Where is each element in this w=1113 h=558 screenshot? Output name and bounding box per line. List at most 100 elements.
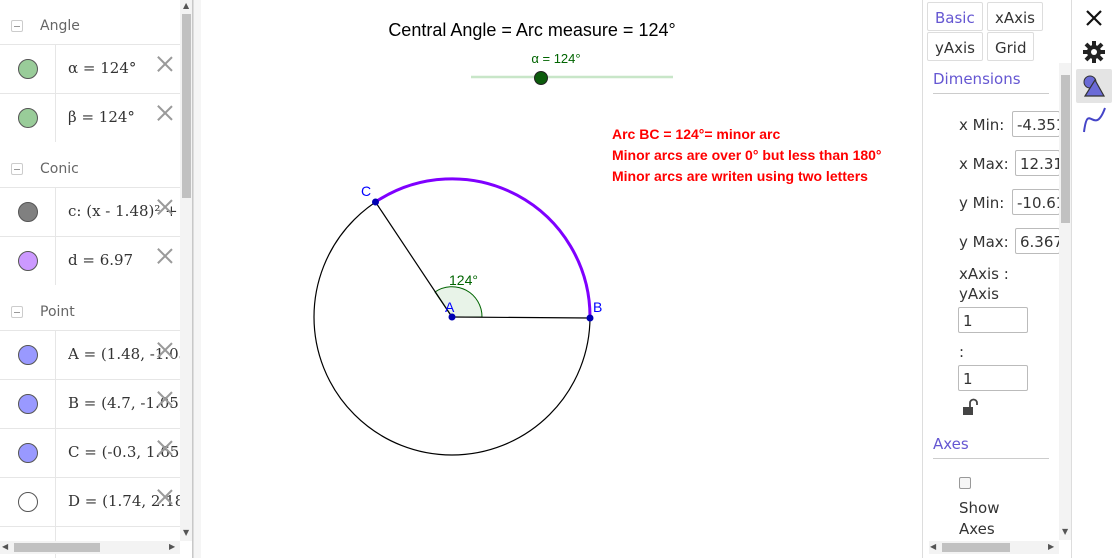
delete-icon[interactable]: [156, 439, 174, 457]
properties-horizontal-scrollbar[interactable]: ◀ ▶: [929, 541, 1059, 554]
gear-icon[interactable]: [1078, 36, 1110, 68]
visibility-toggle[interactable]: [0, 237, 56, 285]
properties-vertical-scrollbar[interactable]: ▼: [1059, 63, 1071, 540]
visibility-toggle[interactable]: [0, 429, 56, 477]
group-label: Conic: [40, 161, 79, 177]
y-min-input[interactable]: -10.61: [1012, 189, 1060, 215]
show-axes-label: Show Axes: [959, 499, 1000, 538]
geogebra-app: Angle α = 124° β = 124° Conic c: (x - 1.…: [0, 0, 1113, 558]
visibility-marble-icon[interactable]: [18, 202, 38, 222]
point-c[interactable]: [372, 198, 379, 206]
algebra-item-a[interactable]: A = (1.48, -1.03): [0, 330, 180, 379]
algebra-vertical-scrollbar[interactable]: ▲ ▼: [180, 0, 192, 541]
group-header-point[interactable]: Point: [0, 288, 180, 332]
angle-label: 124°: [449, 272, 478, 288]
point-b[interactable]: [586, 314, 594, 322]
show-axes-checkbox[interactable]: [959, 477, 971, 489]
scroll-left-arrow-icon[interactable]: ◀: [930, 542, 936, 551]
delete-icon[interactable]: [156, 247, 174, 265]
algebra-item-d-point[interactable]: D = (1.74, 2.18): [0, 477, 180, 526]
visibility-marble-icon[interactable]: [18, 251, 38, 271]
graphics-canvas[interactable]: Central Angle = Arc measure = 124° α = 1…: [201, 0, 917, 558]
note-line-3: Minor arcs are writen using two letters: [612, 168, 868, 184]
visibility-toggle[interactable]: [0, 380, 56, 428]
x-max-label: x Max:: [959, 155, 1009, 173]
side-toolbar: [1073, 0, 1113, 558]
scrollbar-thumb[interactable]: [182, 14, 191, 198]
x-min-label: x Min:: [959, 116, 1005, 134]
tab-grid[interactable]: Grid: [987, 32, 1035, 61]
algebra-item-alpha[interactable]: α = 124°: [0, 44, 180, 93]
slider-knob[interactable]: [534, 71, 548, 85]
visibility-toggle[interactable]: [0, 331, 56, 379]
algebra-item-c-point[interactable]: C = (-0.3, 1.65): [0, 428, 180, 477]
point-c-label: C: [361, 183, 371, 199]
y-min-label: y Min:: [959, 194, 1005, 212]
visibility-toggle[interactable]: [0, 94, 56, 142]
y-max-input[interactable]: 6.367: [1015, 228, 1060, 254]
section-divider: [933, 93, 1049, 94]
delete-icon[interactable]: [156, 55, 174, 73]
graphics-properties-panel: Basic xAxis yAxis Grid Dimensions x Min:…: [922, 0, 1072, 558]
unlock-icon[interactable]: [961, 398, 981, 418]
delete-icon[interactable]: [156, 104, 174, 122]
pane-divider[interactable]: [193, 0, 201, 558]
point-b-label: B: [593, 299, 602, 315]
scroll-down-arrow-icon[interactable]: ▼: [1062, 527, 1068, 536]
visibility-toggle[interactable]: [0, 45, 56, 93]
scroll-right-arrow-icon[interactable]: ▶: [1048, 542, 1054, 551]
function-icon[interactable]: [1078, 104, 1110, 136]
collapse-icon[interactable]: [11, 20, 23, 32]
scrollbar-thumb[interactable]: [14, 543, 100, 552]
delete-icon[interactable]: [156, 488, 174, 506]
ratio-y-input[interactable]: 1: [958, 365, 1028, 391]
graphics-view[interactable]: Central Angle = Arc measure = 124° α = 1…: [193, 0, 917, 558]
group-header-angle[interactable]: Angle: [0, 2, 180, 46]
collapse-icon[interactable]: [11, 163, 23, 175]
tab-basic[interactable]: Basic: [927, 2, 983, 31]
segment-ab[interactable]: [451, 316, 591, 319]
note-line-1: Arc BC = 124°= minor arc: [612, 126, 780, 142]
scrollbar-thumb[interactable]: [1061, 75, 1070, 223]
algebra-item-d[interactable]: d = 6.97: [0, 236, 180, 285]
delete-icon[interactable]: [156, 341, 174, 359]
visibility-marble-icon[interactable]: [18, 443, 38, 463]
axes-section-title: Axes: [933, 435, 969, 453]
graphics-title: Central Angle = Arc measure = 124°: [388, 20, 675, 40]
x-min-input[interactable]: -4.351: [1012, 111, 1060, 137]
visibility-marble-icon[interactable]: [18, 108, 38, 128]
visibility-marble-icon[interactable]: [18, 492, 38, 512]
scroll-right-arrow-icon[interactable]: ▶: [169, 542, 175, 551]
scroll-left-arrow-icon[interactable]: ◀: [2, 542, 8, 551]
visibility-marble-icon[interactable]: [18, 345, 38, 365]
visibility-marble-icon[interactable]: [18, 59, 38, 79]
ratio-x-input[interactable]: 1: [958, 307, 1028, 333]
close-icon[interactable]: [1078, 2, 1110, 34]
scrollbar-thumb[interactable]: [942, 543, 1010, 552]
delete-icon[interactable]: [156, 390, 174, 408]
algebra-item-c[interactable]: c: (x - 1.48)² + (: [0, 187, 180, 236]
axes-ratio-label: xAxis : yAxis: [959, 265, 1009, 303]
algebra-item-b[interactable]: B = (4.7, -1.05): [0, 379, 180, 428]
algebra-item-beta[interactable]: β = 124°: [0, 93, 180, 142]
graphics-style-icon[interactable]: [1078, 70, 1110, 102]
tab-yaxis[interactable]: yAxis: [927, 32, 983, 61]
delete-icon[interactable]: [156, 198, 174, 216]
segment-ac[interactable]: [375, 201, 453, 318]
visibility-toggle[interactable]: [0, 188, 56, 236]
scroll-up-arrow-icon[interactable]: ▲: [183, 1, 189, 10]
y-max-label: y Max:: [959, 233, 1009, 251]
scroll-down-arrow-icon[interactable]: ▼: [183, 528, 189, 537]
tab-xaxis[interactable]: xAxis: [987, 2, 1043, 31]
x-max-input[interactable]: 12.31: [1015, 150, 1060, 176]
algebra-horizontal-scrollbar[interactable]: ◀ ▶: [0, 541, 180, 554]
collapse-icon[interactable]: [11, 306, 23, 318]
group-header-conic[interactable]: Conic: [0, 145, 180, 189]
algebra-view: Angle α = 124° β = 124° Conic c: (x - 1.…: [0, 0, 193, 558]
note-line-2: Minor arcs are over 0° but less than 180…: [612, 147, 882, 163]
visibility-toggle[interactable]: [0, 478, 56, 526]
visibility-marble-icon[interactable]: [18, 394, 38, 414]
ratio-separator: :: [959, 343, 965, 361]
slider-label: α = 124°: [531, 51, 580, 66]
arc-bc[interactable]: [374, 177, 592, 318]
